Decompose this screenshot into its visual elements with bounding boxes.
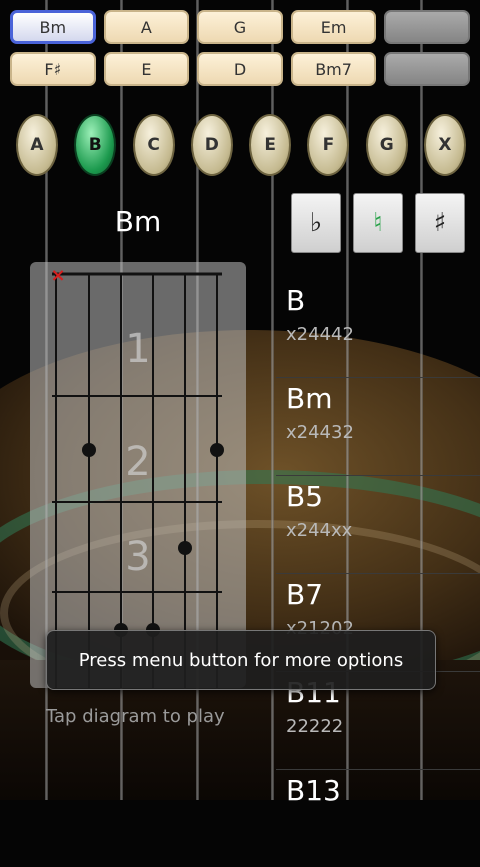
chord-diagram[interactable]: 1 2 3 ×: [30, 262, 246, 688]
chord-button-a[interactable]: A: [103, 10, 190, 44]
chord-row-2: F♯ E D Bm7: [10, 52, 470, 86]
chord-button-grid: Bm A G Em F♯ E D Bm7: [10, 10, 470, 94]
note-d-button[interactable]: D: [190, 114, 233, 176]
fret-number-3: 3: [125, 534, 150, 580]
chord-name: B5: [286, 480, 324, 513]
note-g-button[interactable]: G: [365, 114, 408, 176]
chord-name: B13: [286, 774, 341, 807]
chord-button-bm7[interactable]: Bm7: [290, 52, 377, 86]
root-note-selector: A B C D E F G X: [16, 114, 466, 176]
chord-button-e[interactable]: E: [103, 52, 190, 86]
chord-button-g[interactable]: G: [197, 10, 283, 44]
menu-hint-toast: Press menu button for more options: [46, 630, 436, 690]
chord-variation-list: B x24442 Bm x24432 B5 x244xx B7 x21202 B…: [276, 280, 480, 867]
chord-fingering: x244xx: [286, 520, 353, 541]
finger-dot: [82, 443, 96, 457]
list-item[interactable]: B x24442: [276, 280, 480, 378]
chord-name: Bm: [286, 382, 333, 415]
fret-number-1: 1: [125, 326, 150, 372]
muted-string-marker: ×: [50, 265, 65, 286]
chord-row-1: Bm A G Em: [10, 10, 470, 44]
note-b-button[interactable]: B: [74, 114, 117, 176]
current-chord-title: Bm: [114, 205, 162, 238]
chord-fingering: x24442: [286, 324, 354, 345]
chord-name: B7: [286, 578, 324, 611]
note-c-button[interactable]: C: [132, 114, 175, 176]
note-a-button[interactable]: A: [16, 114, 58, 176]
tap-diagram-hint: Tap diagram to play: [46, 706, 225, 727]
fret-number-2: 2: [125, 439, 150, 485]
chord-button-em[interactable]: Em: [290, 10, 377, 44]
chord-button-bm[interactable]: Bm: [10, 10, 96, 44]
list-item[interactable]: B5 x244xx: [276, 476, 480, 574]
note-f-button[interactable]: F: [307, 114, 350, 176]
sharp-button[interactable]: ♯: [415, 193, 465, 253]
note-x-button[interactable]: X: [423, 114, 466, 176]
chord-button-empty[interactable]: [384, 52, 470, 86]
note-e-button[interactable]: E: [249, 114, 292, 176]
chord-button-empty[interactable]: [384, 10, 470, 44]
flat-button[interactable]: ♭: [291, 193, 341, 253]
natural-button[interactable]: ♮: [353, 193, 403, 253]
list-item[interactable]: Bm x24432: [276, 378, 480, 476]
chord-fingering: 22222: [286, 716, 344, 737]
finger-dot: [210, 443, 224, 457]
chord-fingering: x24432: [286, 422, 354, 443]
chord-name: B: [286, 284, 306, 317]
list-item[interactable]: B13: [276, 770, 480, 867]
finger-dot: [178, 541, 192, 555]
fretboard-svg: 1 2 3 ×: [50, 265, 224, 688]
chord-button-d[interactable]: D: [197, 52, 283, 86]
chord-button-f-sharp[interactable]: F♯: [10, 52, 96, 86]
